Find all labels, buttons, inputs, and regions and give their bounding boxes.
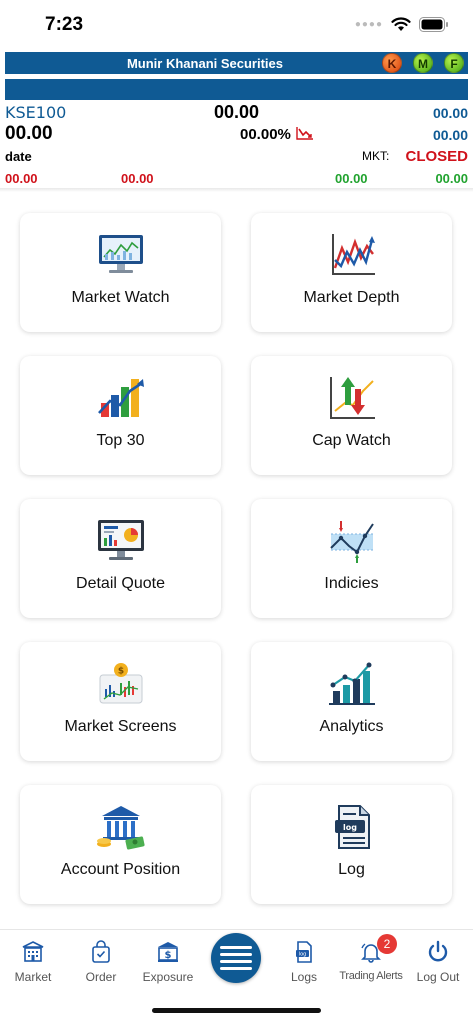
tile-label: Top 30 [96,432,145,449]
signal-icon: ●●●● [354,19,383,30]
menu-line [220,953,252,956]
line-chart-arrows-icon [251,232,452,278]
tile-market-depth[interactable]: Market Depth [251,213,452,332]
tile-label: Indicies [324,575,379,592]
tile-label: Market Screens [64,718,177,735]
tile-label: Account Position [60,861,181,878]
shopping-bag-icon [65,938,137,966]
tile-analytics[interactable]: Analytics [251,642,452,761]
logs-document-icon: log [268,938,340,966]
ticker-band [5,79,468,100]
dashboard-monitor-icon [20,518,221,564]
tile-label: Market Watch [71,289,170,306]
tile-label: Cap Watch [312,432,391,449]
index-right-value-2: 00.00 [432,127,468,143]
power-icon [402,938,473,966]
analytics-chart-icon [251,661,452,707]
high-value-2: 00.00 [435,171,468,186]
building-icon [0,938,69,966]
status-icons: ●●●● [355,17,449,32]
nav-exposure-label: Exposure [142,970,194,984]
alerts-count-badge: 2 [377,934,397,954]
market-label: MKT: [362,149,390,163]
nav-market-label: Market [14,970,52,984]
tile-detail-quote[interactable]: Detail Quote [20,499,221,618]
bank-dollar-icon: $ [132,938,204,966]
home-indicator [152,1008,321,1013]
tile-label: Detail Quote [76,575,165,592]
svg-text:log: log [343,823,357,832]
svg-text:$: $ [165,950,172,961]
bar-chart-trend-icon [20,375,221,421]
tile-top-30[interactable]: Top 30 [20,356,221,475]
range-chart-icon [251,518,452,564]
tile-label: Market Depth [303,289,400,306]
high-value-1: 00.00 [335,171,368,186]
nav-logout-label: Log Out [416,970,460,984]
nav-order-label: Order [85,970,117,984]
status-time: 7:23 [45,14,84,35]
panel-divider [0,188,473,192]
tile-indicies[interactable]: Indicies [251,499,452,618]
dollar-screen-icon: $ [20,661,221,707]
nav-exposure[interactable]: $ Exposure [132,938,204,984]
index-current-value: 00.00 [214,102,260,122]
menu-line [220,946,252,949]
tile-label: Analytics [319,718,384,735]
index-change-percent: 00.00% [240,126,291,143]
svg-text:$: $ [117,667,123,677]
battery-icon [419,17,448,32]
wifi-icon [391,17,411,31]
tile-market-watch[interactable]: Market Watch [20,213,221,332]
svg-text:log: log [299,952,307,958]
bank-money-icon [20,804,221,850]
menu-line [220,967,252,970]
k-button[interactable]: K [382,53,402,73]
tile-cap-watch[interactable]: Cap Watch [251,356,452,475]
tile-log[interactable]: log Log [251,785,452,904]
log-document-icon: log [251,804,452,850]
tile-account-position[interactable]: Account Position [20,785,221,904]
f-button[interactable]: F [444,53,464,73]
menu-line [220,960,252,963]
tile-label: Log [338,861,365,878]
status-bar: 7:23 ●●●● [0,0,473,50]
monitor-chart-icon [20,232,221,278]
market-status: CLOSED [405,148,468,165]
low-value-2: 00.00 [121,171,154,186]
nav-market[interactable]: Market [0,938,69,984]
index-name[interactable]: KSE100 [5,103,66,122]
low-value-1: 00.00 [5,171,38,186]
up-down-arrows-icon [251,375,452,421]
index-change: 00.00 [5,123,53,144]
tile-market-screens[interactable]: $ Market Screens [20,642,221,761]
nav-logout[interactable]: Log Out [402,938,473,984]
trend-down-icon [296,125,314,145]
nav-order[interactable]: Order [65,938,137,984]
menu-button[interactable] [211,933,261,983]
nav-trading-alerts[interactable]: 2 Trading Alerts [335,934,407,982]
broker-title: Munir Khanani Securities [126,56,284,71]
index-right-value-1: 00.00 [432,105,468,121]
nav-trading-alerts-label: Trading Alerts [339,970,403,982]
index-date: date [5,149,32,164]
app-header: Munir Khanani Securities K M F [5,52,468,74]
nav-logs-label: Logs [290,970,318,984]
nav-logs[interactable]: log Logs [268,938,340,984]
index-panel: KSE100 00.00 00.00 00.00 00.00% 00.00 da… [5,101,468,187]
m-button[interactable]: M [413,53,433,73]
